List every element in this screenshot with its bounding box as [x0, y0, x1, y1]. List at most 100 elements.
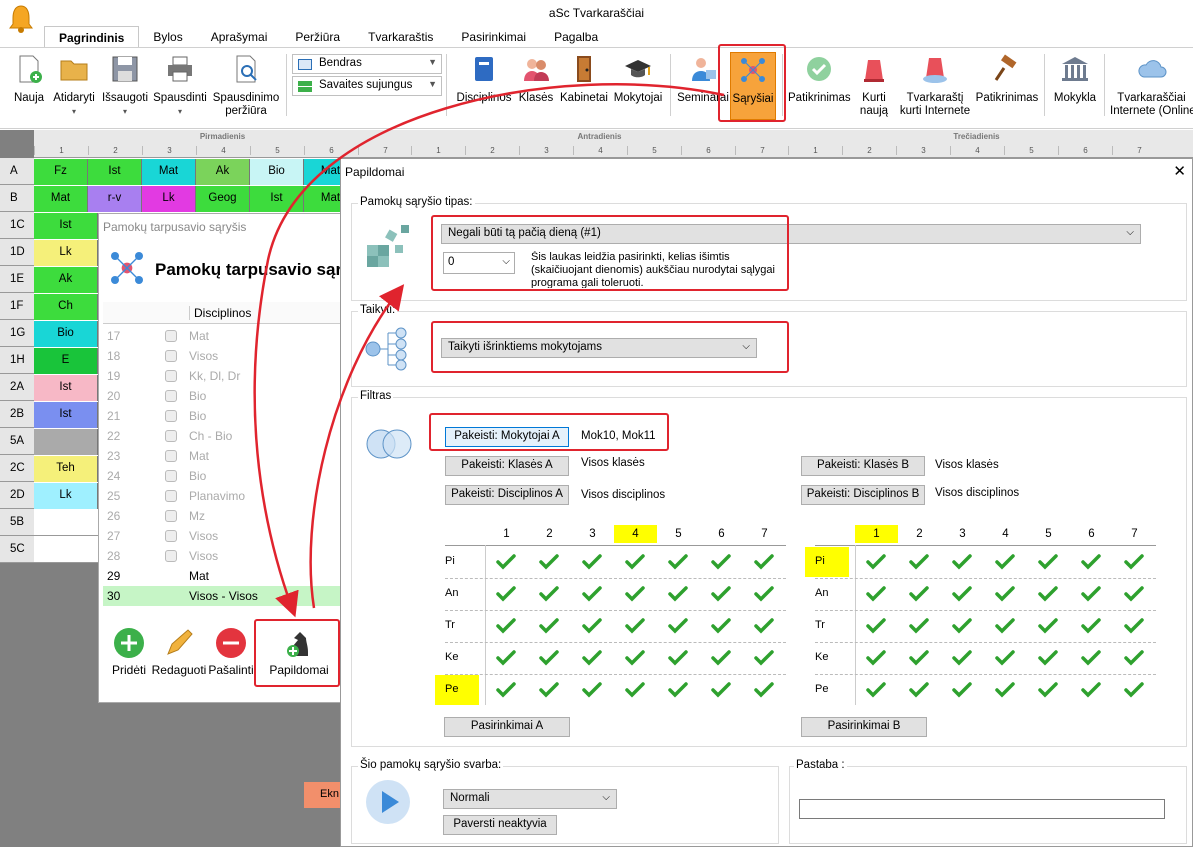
checkmark-icon[interactable]	[952, 650, 972, 666]
period-column-header[interactable]: 7	[743, 525, 786, 543]
checkmark-icon[interactable]	[866, 618, 886, 634]
checkmark-icon[interactable]	[866, 682, 886, 698]
day-row-header[interactable]: Ke	[435, 643, 479, 673]
class-row-label[interactable]: 5B	[0, 509, 34, 536]
checkmark-icon[interactable]	[866, 554, 886, 570]
checkmark-icon[interactable]	[1081, 586, 1101, 602]
class-row-label[interactable]: 1E	[0, 266, 34, 293]
period-column-header[interactable]: 4	[984, 525, 1027, 543]
period-column-header[interactable]: 3	[941, 525, 984, 543]
lesson-card[interactable]: Lk	[142, 186, 196, 212]
checkmark-icon[interactable]	[582, 586, 602, 602]
checkmark-icon[interactable]	[754, 618, 774, 634]
class-row-label[interactable]: 2C	[0, 455, 34, 482]
tab-pagalba[interactable]: Pagalba	[540, 26, 612, 48]
class-row-label[interactable]: 5A	[0, 428, 34, 455]
lesson-card[interactable]: E	[34, 348, 98, 374]
view-combo-bendras[interactable]: Bendras ▼	[292, 54, 442, 74]
checkmark-icon[interactable]	[995, 554, 1015, 570]
rooms-button[interactable]: Kabinetai	[558, 54, 610, 105]
checkmark-icon[interactable]	[625, 682, 645, 698]
lesson-card[interactable]: Mat	[142, 159, 196, 185]
checkmark-icon[interactable]	[668, 682, 688, 698]
day-row-header[interactable]: An	[435, 579, 479, 609]
checkmark-icon[interactable]	[668, 554, 688, 570]
lesson-card[interactable]: Ak	[196, 159, 250, 185]
lesson-card[interactable]: Ist	[34, 402, 98, 428]
lesson-card[interactable]: Ch	[34, 294, 98, 320]
period-column-header[interactable]: 1	[855, 525, 898, 543]
checkmark-icon[interactable]	[866, 586, 886, 602]
close-button[interactable]: ✕	[1173, 162, 1186, 180]
checkmark-icon[interactable]	[952, 586, 972, 602]
lesson-card[interactable]: Ist	[34, 213, 98, 239]
class-row-label[interactable]: 1C	[0, 212, 34, 239]
period-column-header[interactable]: 2	[528, 525, 571, 543]
print-button[interactable]: Spausdinti ▾	[150, 54, 210, 118]
class-row-label[interactable]: 1D	[0, 239, 34, 266]
list-item[interactable]: 20 Bio	[103, 386, 340, 406]
checkmark-icon[interactable]	[1038, 618, 1058, 634]
class-row-label[interactable]: 1H	[0, 347, 34, 374]
checkmark-icon[interactable]	[582, 618, 602, 634]
checkmark-icon[interactable]	[496, 650, 516, 666]
list-item[interactable]: 23 Mat	[103, 446, 340, 466]
tab-tvarkarastis[interactable]: Tvarkaraštis	[354, 26, 447, 48]
checkmark-icon[interactable]	[1081, 618, 1101, 634]
period-column-header[interactable]: 6	[1070, 525, 1113, 543]
edit-button[interactable]: Redaguoti	[151, 626, 207, 677]
checkmark-icon[interactable]	[1038, 682, 1058, 698]
checkmark-icon[interactable]	[952, 682, 972, 698]
checkmark-icon[interactable]	[1124, 618, 1144, 634]
lesson-card[interactable]: Fz	[34, 159, 88, 185]
app-logo-bell-icon[interactable]	[8, 3, 34, 39]
lesson-card[interactable]: Lk	[34, 483, 98, 509]
checkmark-icon[interactable]	[496, 618, 516, 634]
checkmark-icon[interactable]	[909, 618, 929, 634]
new-button[interactable]: Nauja	[12, 54, 46, 105]
checkmark-icon[interactable]	[909, 554, 929, 570]
checkmark-icon[interactable]	[711, 554, 731, 570]
checkmark-icon[interactable]	[711, 650, 731, 666]
checkmark-icon[interactable]	[754, 650, 774, 666]
checkmark-icon[interactable]	[625, 618, 645, 634]
class-row-label[interactable]: 2A	[0, 374, 34, 401]
checkmark-icon[interactable]	[1038, 554, 1058, 570]
tab-pasirinkimai[interactable]: Pasirinkimai	[447, 26, 540, 48]
change-subjects-a-button[interactable]: Pakeisti: Disciplinos A	[445, 485, 569, 505]
day-row-header[interactable]: Pi	[805, 547, 849, 577]
checkmark-icon[interactable]	[754, 586, 774, 602]
day-row-header[interactable]: Tr	[805, 611, 849, 641]
tab-aprasymai[interactable]: Aprašymai	[197, 26, 282, 48]
options-a-button[interactable]: Pasirinkimai A	[444, 717, 570, 737]
add-button[interactable]: Pridėti	[109, 626, 149, 677]
checkmark-icon[interactable]	[539, 586, 559, 602]
lesson-card[interactable]: Ist	[88, 159, 142, 185]
period-column-header[interactable]: 5	[1027, 525, 1070, 543]
check-button[interactable]: Patikrinimas	[788, 54, 851, 105]
checkmark-icon[interactable]	[625, 554, 645, 570]
tab-perziura[interactable]: Peržiūra	[281, 26, 354, 48]
period-column-header[interactable]: 4	[614, 525, 657, 543]
subjects-button[interactable]: Disciplinos	[456, 54, 512, 105]
lesson-card[interactable]	[34, 429, 98, 455]
checkmark-icon[interactable]	[625, 586, 645, 602]
checkmark-icon[interactable]	[1081, 682, 1101, 698]
check2-button[interactable]: Patikrinimas	[974, 54, 1040, 105]
lesson-card[interactable]: r-v	[88, 186, 142, 212]
change-classes-b-button[interactable]: Pakeisti: Klasės B	[801, 456, 925, 476]
checkmark-icon[interactable]	[1038, 586, 1058, 602]
checkmark-icon[interactable]	[909, 586, 929, 602]
list-item[interactable]: 27 Visos	[103, 526, 340, 546]
checkmark-icon[interactable]	[496, 554, 516, 570]
day-row-header[interactable]: Pi	[435, 547, 479, 577]
period-column-header[interactable]: 6	[700, 525, 743, 543]
checkmark-icon[interactable]	[995, 586, 1015, 602]
checkmark-icon[interactable]	[995, 618, 1015, 634]
lesson-card[interactable]: Ist	[34, 375, 98, 401]
tab-pagrindinis[interactable]: Pagrindinis	[44, 26, 140, 48]
change-classes-a-button[interactable]: Pakeisti: Klasės A	[445, 456, 569, 476]
checkmark-icon[interactable]	[909, 682, 929, 698]
checkmark-icon[interactable]	[582, 650, 602, 666]
checkmark-icon[interactable]	[1124, 586, 1144, 602]
